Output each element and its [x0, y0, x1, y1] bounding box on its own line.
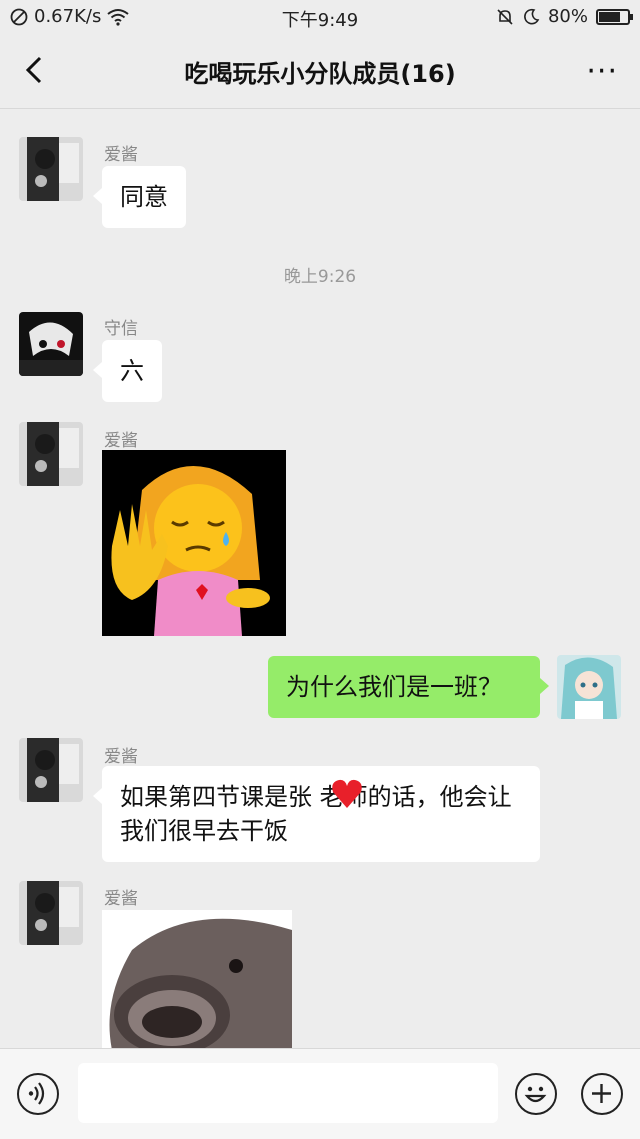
message-list[interactable]: 爱酱 同意 晚上9:26 守信 六 爱酱 为什么我们是一班？ 爱酱 如果第四节课…	[0, 108, 640, 1048]
message-bubble[interactable]: 六	[93, 340, 162, 402]
message-bubble[interactable]: 同意	[93, 166, 186, 228]
battery-percent: 80%	[547, 6, 588, 27]
emoji-icon[interactable]	[515, 1073, 557, 1115]
red-heart-redaction-icon	[332, 779, 362, 808]
voice-icon[interactable]	[17, 1073, 59, 1115]
sender-name: 爱酱	[104, 431, 138, 451]
sender-name: 爱酱	[104, 889, 138, 909]
avatar[interactable]	[19, 881, 83, 945]
plus-icon[interactable]	[581, 1073, 623, 1115]
mute-bell-icon	[497, 8, 513, 25]
chat-title: 吃喝玩乐小分队成员(16)	[184, 60, 456, 88]
message-bubble[interactable]: 如果第四节课是张 老师的话，他会让我们很早去干饭	[93, 766, 540, 862]
chat-header: 吃喝玩乐小分队成员(16) ···	[0, 34, 640, 109]
sender-name: 守信	[104, 319, 138, 339]
sender-name: 爱酱	[104, 145, 138, 165]
avatar[interactable]	[19, 422, 83, 486]
message-text: 为什么我们是一班？	[286, 673, 502, 701]
message-input[interactable]	[78, 1063, 498, 1123]
timestamp: 晚上9:26	[283, 267, 357, 287]
moon-icon	[524, 8, 540, 24]
input-bar	[0, 1048, 640, 1139]
message-bubble[interactable]: 为什么我们是一班？	[268, 656, 549, 718]
avatar[interactable]	[557, 655, 621, 719]
more-options-icon[interactable]: ···	[586, 54, 618, 89]
message-text: 六	[120, 357, 144, 385]
status-time: 下午9:49	[281, 10, 359, 31]
fish-face-sticker[interactable]	[102, 910, 292, 1048]
message-text: 如果第四节课是张 老师的话，他会让我们很早去干饭	[120, 783, 512, 845]
crying-girl-sticker[interactable]	[102, 450, 286, 636]
sender-name: 爱酱	[104, 747, 138, 767]
avatar[interactable]	[19, 312, 83, 376]
battery-icon	[596, 8, 633, 25]
avatar[interactable]	[19, 738, 83, 802]
avatar[interactable]	[19, 137, 83, 201]
status-bar: 0.67K/s 下午9:49 80%	[0, 0, 640, 34]
message-text: 同意	[120, 183, 168, 211]
